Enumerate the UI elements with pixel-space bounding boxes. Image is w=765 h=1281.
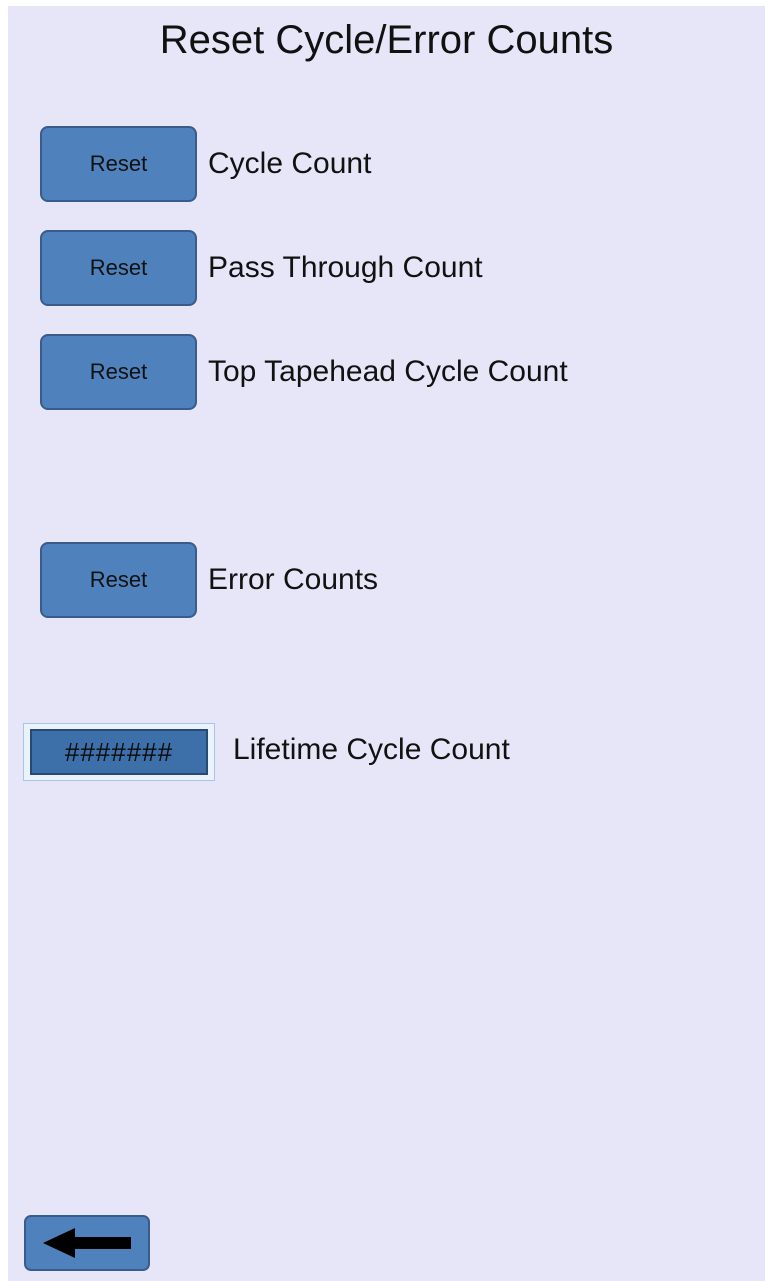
reset-pass-through-count-button[interactable]: Reset	[40, 230, 197, 306]
back-button[interactable]	[24, 1215, 150, 1271]
top-tapehead-cycle-count-label: Top Tapehead Cycle Count	[208, 355, 568, 388]
pass-through-count-label: Pass Through Count	[208, 251, 483, 284]
screen-panel: Reset Cycle/Error Counts Reset Cycle Cou…	[8, 6, 765, 1281]
reset-top-tapehead-cycle-count-button[interactable]: Reset	[40, 334, 197, 410]
reset-cycle-count-button[interactable]: Reset	[40, 126, 197, 202]
lifetime-cycle-count-value: #######	[30, 729, 208, 775]
cycle-count-label: Cycle Count	[208, 147, 372, 180]
lifetime-cycle-count-field: #######	[23, 723, 215, 781]
left-arrow-icon	[43, 1228, 131, 1258]
page-title: Reset Cycle/Error Counts	[159, 18, 614, 62]
error-counts-label: Error Counts	[208, 563, 379, 596]
lifetime-cycle-count-label: Lifetime Cycle Count	[233, 733, 510, 766]
reset-error-counts-button[interactable]: Reset	[40, 542, 197, 618]
